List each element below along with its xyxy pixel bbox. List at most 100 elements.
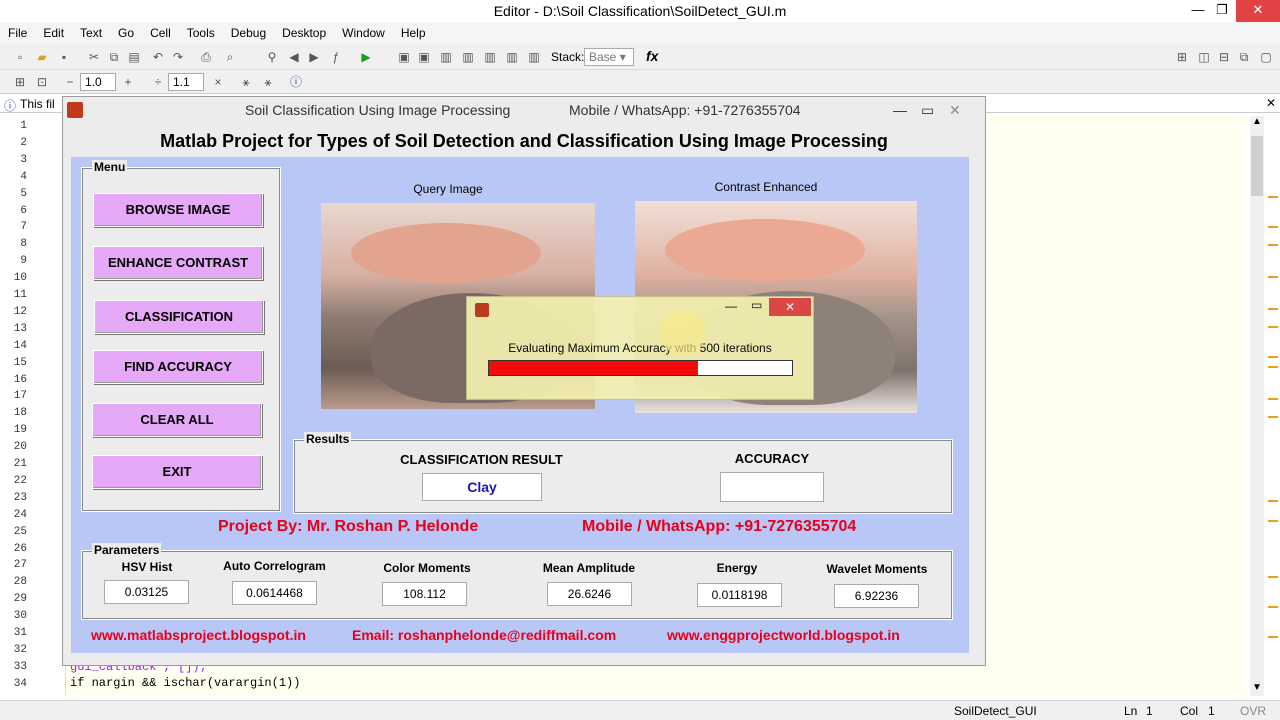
- cell-eval-icon[interactable]: ⊡: [34, 74, 50, 90]
- message-marker[interactable]: [1268, 276, 1278, 278]
- param-value-color-moments: 108.112: [382, 582, 467, 606]
- continue-icon[interactable]: ▥: [504, 49, 520, 65]
- message-marker[interactable]: [1268, 576, 1278, 578]
- tile-vertical-icon[interactable]: ◫: [1196, 49, 1212, 65]
- function-browser-icon[interactable]: ƒ: [328, 49, 344, 65]
- line-number: 27: [13, 559, 27, 572]
- paste-icon[interactable]: ▤: [126, 49, 142, 65]
- menu-go[interactable]: Go: [110, 22, 142, 44]
- back-arrow-icon[interactable]: ◀: [286, 49, 302, 65]
- dialog-minimize-icon[interactable]: —: [725, 299, 737, 313]
- cell-value-2-input[interactable]: 1.1: [168, 73, 204, 91]
- dialog-maximize-icon[interactable]: ▭: [751, 298, 762, 312]
- float-icon[interactable]: ⧉: [1236, 49, 1252, 65]
- run-icon[interactable]: ▶: [358, 49, 374, 65]
- classification-button[interactable]: CLASSIFICATION: [94, 300, 264, 334]
- info-bar-close-icon[interactable]: ✕: [1266, 96, 1276, 110]
- exit-debug-icon[interactable]: ▥: [526, 49, 542, 65]
- message-marker[interactable]: [1268, 326, 1278, 328]
- message-marker[interactable]: [1268, 520, 1278, 522]
- binoculars-icon[interactable]: ⚲: [264, 49, 280, 65]
- open-folder-icon[interactable]: ▰: [34, 49, 50, 65]
- message-marker[interactable]: [1268, 356, 1278, 358]
- menu-window[interactable]: Window: [334, 22, 393, 44]
- menu-edit[interactable]: Edit: [35, 22, 72, 44]
- classification-result-field: Clay: [422, 473, 542, 501]
- menu-help[interactable]: Help: [393, 22, 434, 44]
- step-icon[interactable]: ▥: [438, 49, 454, 65]
- print-icon[interactable]: ⎙: [198, 49, 214, 65]
- info-icon[interactable]: ⓘ: [288, 74, 304, 90]
- cut-icon[interactable]: ✂: [86, 49, 102, 65]
- step-in-icon[interactable]: ▥: [460, 49, 476, 65]
- step-out-icon[interactable]: ▥: [482, 49, 498, 65]
- find-accuracy-button[interactable]: FIND ACCURACY: [93, 350, 263, 384]
- close-icon[interactable]: ✕: [1236, 0, 1280, 22]
- message-marker[interactable]: [1268, 196, 1278, 198]
- gui-maximize-icon[interactable]: ▭: [921, 97, 934, 123]
- cell-value-1-input[interactable]: 1.0: [80, 73, 116, 91]
- cell-advance-icon[interactable]: ⚹: [260, 74, 276, 90]
- status-ovr: OVR: [1240, 704, 1267, 718]
- gui-close-icon[interactable]: ✕: [949, 97, 961, 123]
- scroll-up-icon[interactable]: ▲: [1252, 116, 1262, 127]
- info-bar-icon: ⓘ: [4, 99, 17, 113]
- menu-panel-title: Menu: [92, 160, 128, 174]
- vertical-scrollbar[interactable]: ▲ ▼: [1250, 116, 1264, 696]
- maximize-editor-icon[interactable]: ▢: [1258, 49, 1274, 65]
- redo-icon[interactable]: ↷: [170, 49, 186, 65]
- project-by-text: Project By: Mr. Roshan P. Helonde: [218, 518, 479, 535]
- breakpoint-icon[interactable]: ▣: [396, 49, 412, 65]
- enhance-contrast-button[interactable]: ENHANCE CONTRAST: [93, 246, 263, 280]
- menu-desktop[interactable]: Desktop: [274, 22, 334, 44]
- scroll-down-icon[interactable]: ▼: [1252, 682, 1262, 693]
- message-marker[interactable]: [1268, 366, 1278, 368]
- clear-all-button[interactable]: CLEAR ALL: [92, 403, 262, 437]
- fx-icon[interactable]: fx: [646, 48, 658, 64]
- line-number: 16: [13, 373, 27, 386]
- find-icon[interactable]: ⌕: [222, 49, 238, 65]
- new-file-icon[interactable]: ▫: [12, 49, 28, 65]
- message-marker[interactable]: [1268, 226, 1278, 228]
- gui-title-right: Mobile / WhatsApp: +91-7276355704: [569, 102, 801, 118]
- clear-breakpoints-icon[interactable]: ▣: [416, 49, 432, 65]
- line-number: 9: [20, 255, 27, 268]
- line-number: 10: [13, 272, 27, 285]
- scroll-thumb[interactable]: [1251, 136, 1263, 196]
- restore-icon[interactable]: ❐: [1208, 0, 1236, 22]
- multiply-icon[interactable]: ×: [210, 74, 226, 90]
- cell-mode-icon[interactable]: ⊞: [12, 74, 28, 90]
- stack-label: Stack:: [551, 50, 585, 64]
- menu-file[interactable]: File: [0, 22, 35, 44]
- message-marker[interactable]: [1268, 244, 1278, 246]
- divide-icon[interactable]: ÷: [150, 74, 166, 90]
- message-marker[interactable]: [1268, 398, 1278, 400]
- menu-text[interactable]: Text: [72, 22, 110, 44]
- decrement-icon[interactable]: −: [62, 74, 78, 90]
- undo-icon[interactable]: ↶: [150, 49, 166, 65]
- dialog-close-icon[interactable]: ✕: [769, 298, 811, 316]
- message-marker[interactable]: [1268, 416, 1278, 418]
- message-marker[interactable]: [1268, 500, 1278, 502]
- footer-email: Email: roshanphelonde@rediffmail.com: [352, 627, 617, 643]
- message-marker[interactable]: [1268, 606, 1278, 608]
- editor-toolbar: ▫ ▰ ▪ ✂ ⧉ ▤ ↶ ↷ ⎙ ⌕ ⚲ ◀ ▶ ƒ ▶ ▣ ▣ ▥ ▥ ▥ …: [0, 44, 1280, 70]
- increment-icon[interactable]: +: [120, 74, 136, 90]
- tile-horizontal-icon[interactable]: ⊟: [1216, 49, 1232, 65]
- line-number: 3: [20, 153, 27, 166]
- browse-image-button[interactable]: BROWSE IMAGE: [93, 193, 263, 227]
- copy-icon[interactable]: ⧉: [106, 49, 122, 65]
- stack-select[interactable]: Base ▾: [584, 48, 634, 66]
- tile-grid-icon[interactable]: ⊞: [1174, 49, 1190, 65]
- message-marker[interactable]: [1268, 308, 1278, 310]
- menu-tools[interactable]: Tools: [179, 22, 223, 44]
- menu-cell[interactable]: Cell: [142, 22, 179, 44]
- forward-arrow-icon[interactable]: ▶: [306, 49, 322, 65]
- gui-minimize-icon[interactable]: —: [893, 97, 907, 123]
- cell-evaluate-icon[interactable]: ⚹: [238, 74, 254, 90]
- line-number-gutter: 1 2 3 4 5 6 7 8 9 10 11 12 13 14 15 16 17 18 19 20 21 22 23 24 2…: [0, 116, 66, 696]
- exit-button[interactable]: EXIT: [92, 455, 262, 489]
- save-icon[interactable]: ▪: [56, 49, 72, 65]
- menu-debug[interactable]: Debug: [223, 22, 274, 44]
- message-marker[interactable]: [1268, 636, 1278, 638]
